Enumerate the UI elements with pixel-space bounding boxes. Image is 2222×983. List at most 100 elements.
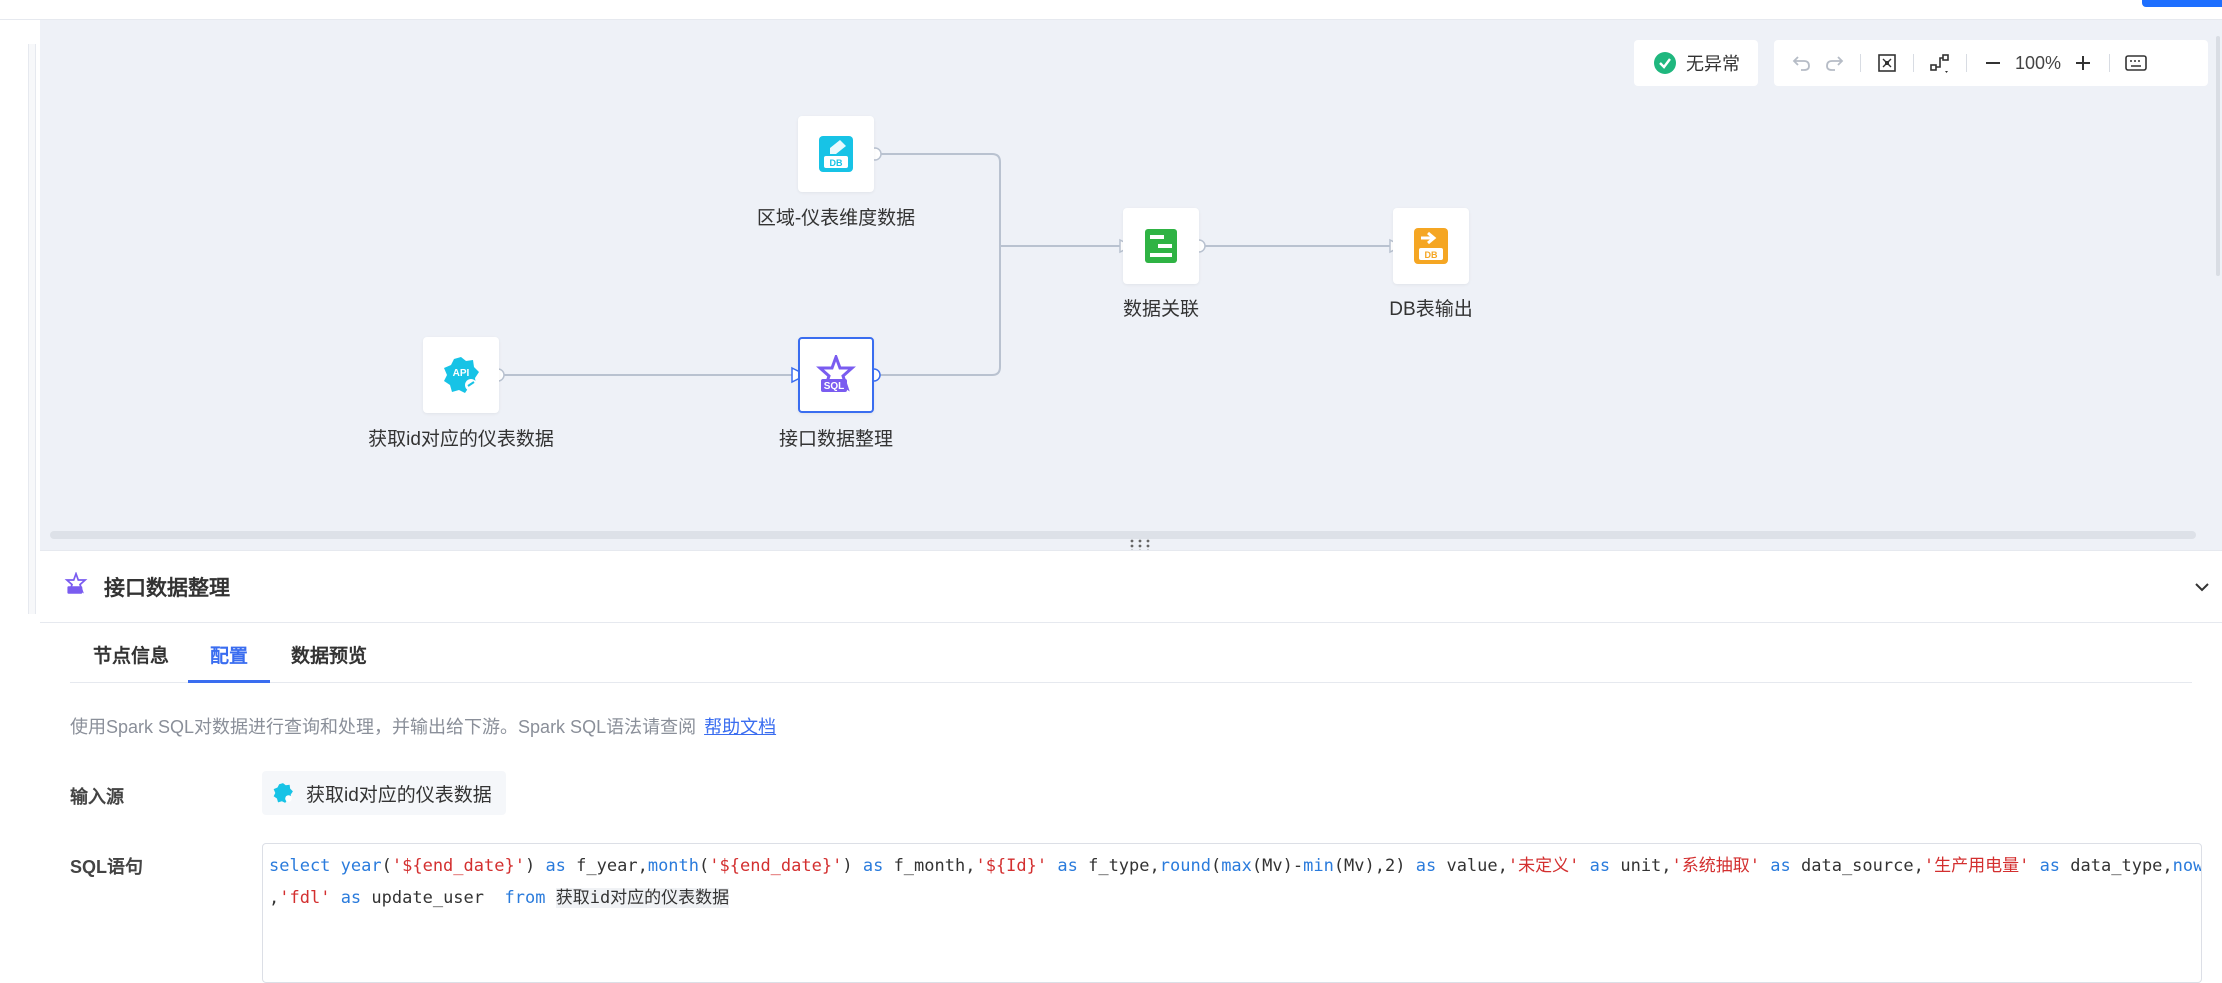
- node-join[interactable]: [1123, 208, 1199, 284]
- sql-token: min: [1303, 856, 1334, 876]
- sql-token: max: [1221, 856, 1252, 876]
- sql-token: as: [862, 856, 884, 876]
- api-gear-icon: API: [444, 357, 479, 393]
- edge-sql-join: [880, 246, 1001, 376]
- panel-tabs: 节点信息 配置 数据预览: [40, 623, 2222, 683]
- sql-token: now: [2172, 856, 2202, 876]
- sql-token: month: [647, 856, 700, 876]
- toolbar-divider: [2109, 54, 2111, 72]
- input-source-value: 获取id对应的仪表数据: [306, 784, 492, 806]
- sql-token: as: [1770, 856, 1791, 876]
- sql-token: '${Id}': [975, 856, 1048, 876]
- svg-text:DB: DB: [1425, 250, 1438, 260]
- sql-token: 'fdl': [279, 888, 331, 908]
- flow-edges: [491, 147, 1404, 384]
- sql-token: as: [340, 888, 362, 908]
- svg-text:DB: DB: [830, 158, 843, 168]
- sql-token: (: [1210, 856, 1222, 876]
- sql-token: '生产用电量': [1923, 856, 2030, 876]
- node-join-label: 数据关联: [1122, 299, 1200, 320]
- toolbar-divider: [1966, 54, 1967, 72]
- sql-token: (Mv),2): [1333, 856, 1406, 876]
- undo-icon[interactable]: [1786, 47, 1818, 79]
- sql-token: select: [269, 856, 331, 876]
- keyboard-icon[interactable]: [2120, 47, 2152, 79]
- tab-config[interactable]: 配置: [210, 641, 248, 668]
- sql-token: round: [1159, 856, 1211, 876]
- sql-label: SQL语句: [70, 857, 144, 877]
- canvas-horizontal-scrollbar[interactable]: [50, 531, 2196, 539]
- config-description: 使用Spark SQL对数据进行查询和处理，并输出给下游。Spark SQL语法…: [70, 713, 776, 739]
- input-source-chip[interactable]: 获取id对应的仪表数据: [262, 771, 506, 815]
- tab-data-preview[interactable]: 数据预览: [291, 641, 367, 668]
- sql-token: as: [1415, 856, 1437, 876]
- sql-token: '系统抽取': [1671, 856, 1761, 876]
- check-circle-icon: [1654, 52, 1676, 74]
- sql-token: f_year,: [576, 856, 648, 876]
- sql-table-ref: 获取id对应的仪表数据: [555, 888, 730, 908]
- top-action-button[interactable]: [2142, 0, 2222, 7]
- sql-token: (: [699, 856, 710, 876]
- panel-header: 接口数据整理: [40, 551, 2222, 623]
- node-sql[interactable]: SQL: [798, 337, 874, 413]
- node-region[interactable]: DB: [798, 116, 874, 192]
- left-collapsed-sidebar[interactable]: [28, 44, 36, 614]
- svg-text:SQL: SQL: [824, 381, 845, 392]
- left-strip: [0, 20, 40, 979]
- sql-token: f_type,: [1088, 856, 1160, 876]
- node-api[interactable]: API: [423, 337, 499, 413]
- sql-token: f_month,: [893, 856, 976, 876]
- edge-region-join: [880, 153, 1120, 247]
- tabs-divider: [70, 682, 2192, 683]
- fit-view-icon[interactable]: [1871, 47, 1903, 79]
- node-config-panel: 接口数据整理 节点信息 配置 数据预览 使用Spark SQL对数据进行查询和处…: [40, 550, 2222, 983]
- sql-token: as: [1589, 856, 1611, 876]
- node-region-label: 区域-仪表维度数据: [756, 208, 916, 229]
- chevron-down-icon[interactable]: [2192, 577, 2212, 602]
- toolbar-divider: [1860, 54, 1861, 72]
- zoom-level: 100%: [2015, 52, 2062, 73]
- sql-token: value,: [1446, 856, 1508, 876]
- redo-icon[interactable]: [1818, 47, 1850, 79]
- sql-token: as: [1057, 856, 1078, 876]
- top-bar: [0, 0, 2222, 20]
- sql-token: data_type,: [2070, 856, 2173, 876]
- sql-token: (Mv)-: [1251, 856, 1304, 876]
- input-source-label: 输入源: [70, 787, 124, 807]
- sql-token: ,: [269, 888, 280, 908]
- sql-token: as: [545, 856, 566, 876]
- node-out-label: DB表输出: [1389, 299, 1473, 320]
- sql-token: ): [842, 856, 853, 876]
- db-output-icon: DB: [1414, 228, 1448, 264]
- sql-token: as: [2039, 856, 2061, 876]
- zoom-in-icon[interactable]: [2067, 47, 2099, 79]
- sql-token: unit,: [1620, 856, 1672, 876]
- layout-icon[interactable]: [1924, 47, 1956, 79]
- sql-token: data_source,: [1801, 856, 1924, 876]
- help-doc-link[interactable]: 帮助文档: [704, 717, 776, 737]
- sql-token: '${end_date}': [391, 856, 525, 876]
- status-label: 无异常: [1686, 54, 1740, 74]
- sql-token: '${end_date}': [709, 856, 843, 876]
- toolbar-divider: [1913, 54, 1914, 72]
- node-sql-label: 接口数据整理: [778, 429, 894, 450]
- page-vertical-scrollbar[interactable]: [2216, 36, 2220, 276]
- sql-editor[interactable]: select year('${end_date}') as f_year,mon…: [262, 843, 2202, 983]
- sql-token: '未定义': [1507, 856, 1580, 876]
- db-pencil-icon: DB: [819, 136, 853, 172]
- sql-node-icon: [64, 571, 88, 601]
- description-text: 使用Spark SQL对数据进行查询和处理，并输出给下游。Spark SQL语法…: [70, 717, 697, 737]
- sql-star-icon: SQL: [816, 355, 856, 392]
- sql-token: from: [504, 888, 546, 908]
- flow-canvas[interactable]: DB 区域-仪表维度数据 API 获取id对应的仪表数据 SQL 接口数据整理 …: [40, 20, 2222, 550]
- join-table-icon: [1145, 229, 1177, 263]
- panel-title: 接口数据整理: [104, 576, 230, 600]
- zoom-out-icon[interactable]: [1977, 47, 2009, 79]
- sql-line-2: ,'fdl' as update_user from 获取id对应的仪表数据: [269, 883, 730, 908]
- sql-token: update_user: [371, 888, 485, 908]
- node-out[interactable]: DB: [1393, 208, 1469, 284]
- api-gear-icon: [273, 783, 293, 803]
- tab-node-info[interactable]: 节点信息: [93, 641, 169, 668]
- status-badge[interactable]: 无异常: [1634, 40, 1758, 86]
- svg-text:API: API: [453, 368, 470, 379]
